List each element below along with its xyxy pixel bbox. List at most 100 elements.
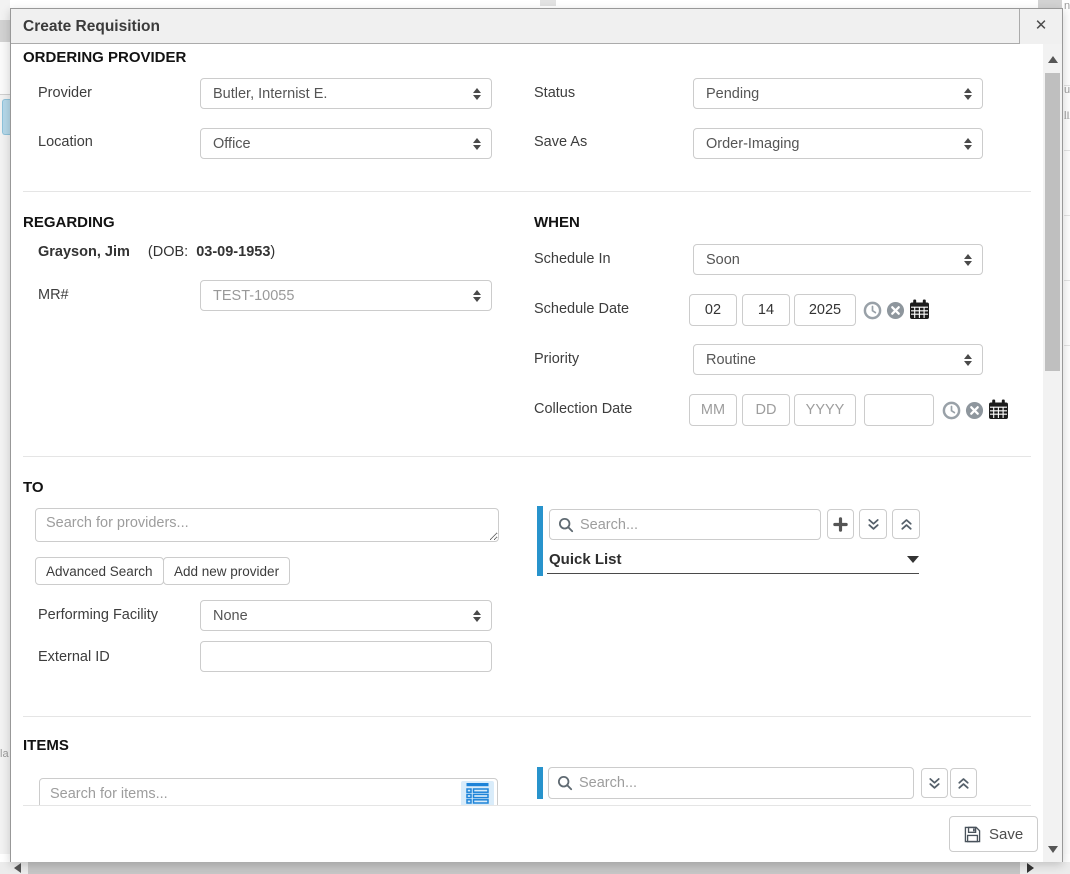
priority-select-value: Routine: [706, 352, 954, 368]
items-panel-search-box[interactable]: [548, 767, 914, 799]
schedule-date-calendar-icon[interactable]: [909, 299, 930, 320]
horizontal-scrollbar-thumb[interactable]: [28, 862, 1020, 874]
background-right-strip: [1064, 0, 1070, 854]
to-collapse-all-button[interactable]: [892, 509, 920, 539]
schedule-in-select[interactable]: Soon: [693, 244, 983, 275]
schedule-date-label: Schedule Date: [534, 301, 629, 317]
mr-number-select-value: TEST-10055: [213, 288, 463, 304]
status-select[interactable]: Pending: [693, 78, 983, 109]
background-fragment: [1064, 345, 1070, 346]
chevron-double-down-icon: [866, 517, 881, 532]
provider-search-textarea[interactable]: [35, 508, 499, 542]
select-arrows-icon: [964, 354, 972, 366]
provider-select[interactable]: Butler, Internist E.: [200, 78, 492, 109]
plus-icon: [833, 517, 848, 532]
scroll-left-arrow-icon[interactable]: [14, 863, 21, 873]
ordering-provider-heading: ORDERING PROVIDER: [23, 49, 186, 66]
items-expand-all-button[interactable]: [921, 768, 948, 798]
collection-time-input[interactable]: [864, 394, 934, 426]
external-id-input[interactable]: [200, 641, 492, 672]
status-label: Status: [534, 85, 575, 101]
advanced-search-button[interactable]: Advanced Search: [35, 557, 164, 585]
collection-date-clear-icon[interactable]: [965, 401, 984, 420]
save-floppy-icon: [964, 826, 981, 843]
collection-month-input[interactable]: [689, 394, 737, 426]
provider-label: Provider: [38, 85, 92, 101]
chevron-double-up-icon: [899, 517, 914, 532]
regarding-heading: REGARDING: [23, 214, 115, 231]
vertical-scrollbar[interactable]: [1043, 44, 1062, 862]
select-arrows-icon: [964, 138, 972, 150]
item-search-input[interactable]: [50, 786, 461, 802]
patient-info-line: Grayson, Jim (DOB: 03-09-1953): [38, 244, 275, 260]
caret-down-icon: [907, 556, 919, 563]
save-button[interactable]: Save: [949, 816, 1038, 852]
to-panel-accent-bar: [537, 506, 543, 576]
horizontal-scrollbar[interactable]: [0, 862, 1070, 874]
select-arrows-icon: [473, 290, 481, 302]
items-panel-search-input[interactable]: [579, 775, 905, 791]
close-button[interactable]: ✕: [1019, 9, 1062, 44]
items-collapse-all-button[interactable]: [950, 768, 977, 798]
performing-facility-select-value: None: [213, 608, 463, 624]
scroll-right-arrow-icon[interactable]: [1027, 863, 1034, 873]
status-select-value: Pending: [706, 86, 954, 102]
schedule-day-input[interactable]: [742, 294, 790, 326]
add-new-provider-button[interactable]: Add new provider: [163, 557, 290, 585]
patient-name: Grayson, Jim: [38, 244, 130, 260]
location-select-value: Office: [213, 136, 463, 152]
performing-facility-select[interactable]: None: [200, 600, 492, 631]
location-label: Location: [38, 134, 93, 150]
vertical-scrollbar-thumb[interactable]: [1045, 73, 1060, 371]
schedule-in-label: Schedule In: [534, 251, 611, 267]
performing-facility-label: Performing Facility: [38, 607, 158, 623]
mr-number-select[interactable]: TEST-10055: [200, 280, 492, 311]
when-heading: WHEN: [534, 214, 580, 231]
collection-year-input[interactable]: [794, 394, 856, 426]
chevron-double-up-icon: [956, 776, 971, 791]
scroll-up-arrow-icon[interactable]: [1048, 56, 1058, 63]
select-arrows-icon: [473, 88, 481, 100]
select-arrows-icon: [473, 138, 481, 150]
location-select[interactable]: Office: [200, 128, 492, 159]
quick-list-toggle[interactable]: Quick List: [549, 551, 919, 568]
background-fragment: [1064, 215, 1070, 216]
collection-day-input[interactable]: [742, 394, 790, 426]
save-as-select[interactable]: Order-Imaging: [693, 128, 983, 159]
save-button-label: Save: [989, 826, 1023, 843]
background-text-fragment: lI: [1064, 110, 1070, 122]
to-panel-search-box[interactable]: [549, 509, 821, 540]
schedule-date-clear-icon[interactable]: [886, 301, 905, 320]
quick-list-underline: [547, 573, 919, 574]
collection-time-clock-icon[interactable]: [942, 401, 961, 420]
provider-select-value: Butler, Internist E.: [213, 86, 463, 102]
item-list-view-icon[interactable]: [461, 781, 494, 808]
dob-suffix: ): [270, 244, 275, 260]
schedule-month-input[interactable]: [689, 294, 737, 326]
schedule-year-input[interactable]: [794, 294, 856, 326]
collection-date-label: Collection Date: [534, 401, 632, 417]
quick-list-label: Quick List: [549, 551, 907, 568]
background-fragment: [0, 42, 10, 95]
mr-number-label: MR#: [38, 287, 69, 303]
background-text-fragment: la: [0, 748, 9, 760]
background-fragment: [2, 99, 10, 135]
add-provider-list-button[interactable]: [827, 509, 854, 539]
search-icon: [557, 775, 573, 791]
background-fragment: [1038, 0, 1062, 8]
priority-label: Priority: [534, 351, 579, 367]
external-id-label: External ID: [38, 649, 110, 665]
priority-select[interactable]: Routine: [693, 344, 983, 375]
create-requisition-dialog: Create Requisition ✕ ORDERING PROVIDER P…: [10, 8, 1063, 862]
schedule-time-clock-icon[interactable]: [863, 301, 882, 320]
collection-date-calendar-icon[interactable]: [988, 399, 1009, 420]
to-expand-all-button[interactable]: [859, 509, 887, 539]
to-panel-search-input[interactable]: [580, 517, 812, 533]
background-fragment: [1064, 280, 1070, 281]
scroll-down-arrow-icon[interactable]: [1048, 846, 1058, 853]
schedule-in-select-value: Soon: [706, 252, 954, 268]
footer-divider: [23, 805, 1031, 806]
dob-value: 03-09-1953: [196, 244, 270, 260]
dialog-title: Create Requisition: [23, 9, 160, 44]
items-heading: ITEMS: [23, 737, 69, 754]
